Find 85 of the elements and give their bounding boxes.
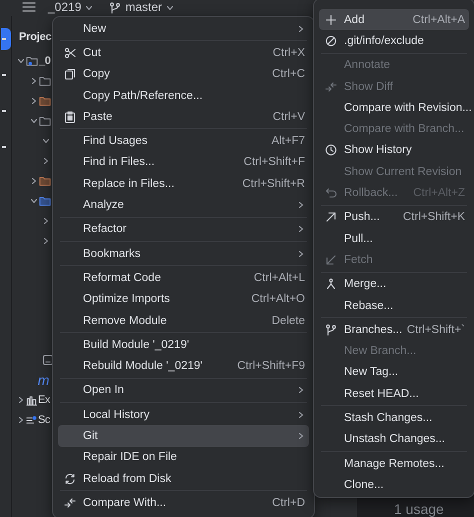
copy-icon [64,68,76,80]
folder-icon [38,75,50,87]
menu-item[interactable]: Copy Path/Reference... [58,84,309,106]
menu-item[interactable]: Clone... [319,474,469,496]
compare-icon [325,80,337,93]
refresh-icon [64,472,76,485]
prohibited-icon [325,34,337,47]
chevron-right-icon [42,237,50,245]
scissors-icon [64,46,76,59]
merge-icon [325,278,337,290]
chevron-right-icon [30,97,38,105]
chevron-down-icon [85,4,94,12]
menu-item[interactable]: Add Ctrl+Alt+A [319,9,469,30]
compare-icon [64,496,76,509]
chevron-down-icon [30,197,38,205]
menu-item[interactable]: Replace in Files... Ctrl+Shift+R [58,173,309,194]
scratch-file-icon [26,414,37,426]
chevron-right-icon [17,396,25,404]
menu-item[interactable]: Repair IDE on File [58,446,309,468]
tree-item[interactable]: m [12,370,54,390]
menu-item[interactable]: Unstash Changes... [319,428,469,450]
undo-icon [325,187,337,200]
menu-item[interactable]: Reset HEAD... [319,383,469,404]
tree-item[interactable]: Sc [12,410,54,430]
arrow-down-left-icon [325,254,337,266]
menu-item[interactable]: Push... Ctrl+Shift+K [319,206,469,228]
menu-item[interactable]: Remove Module Delete [58,310,309,332]
menu-item[interactable]: Reload from Disk [58,468,309,490]
panel-title: Projec [19,30,52,44]
tree-item[interactable]: Ex [12,390,54,410]
menu-item[interactable]: Analyze [58,194,309,216]
menu-item[interactable]: Compare With... Ctrl+D [58,492,309,514]
menu-item[interactable]: Optimize Imports Ctrl+Alt+O [58,288,309,310]
project-selector[interactable]: _0219 [44,1,98,14]
chevron-down-icon [17,57,25,65]
menu-item[interactable]: Show History [319,140,469,162]
folder-icon [38,175,50,187]
menu-item[interactable]: Rebuild Module '_0219' Ctrl+Shift+F9 [58,355,309,377]
menu-item[interactable]: Rebase... [319,294,469,316]
folder-icon [38,95,50,107]
branch-icon [325,324,337,336]
folder-icon [38,115,50,127]
chevron-right-icon [42,217,50,225]
chevron-right-icon [30,77,38,85]
menu-item[interactable]: Stash Changes... [319,407,469,429]
menu-item[interactable]: Paste Ctrl+V [58,106,309,128]
menu-item[interactable]: Open In [58,380,309,402]
project-tool-button[interactable] [1,28,11,50]
clipboard-icon [64,110,76,123]
menu-item[interactable]: Compare with Revision... [319,97,469,118]
chevron-down-icon [30,117,38,125]
usage-hint[interactable]: 1 usage [394,502,444,516]
menu-item[interactable]: Merge... [319,274,469,295]
menu-item[interactable]: .git/info/exclude [319,30,469,52]
menu-item[interactable]: New [58,18,309,40]
menu-item[interactable]: New Tag... [319,362,469,384]
tree-item[interactable]: _0 [12,51,50,71]
menu-item[interactable]: Find in Files... Ctrl+Shift+F [58,152,309,174]
branch-selector[interactable]: master [105,1,178,14]
chevron-right-icon [30,177,38,185]
clock-icon [325,144,337,156]
chevron-down-icon [166,4,174,12]
menu-item[interactable]: Manage Remotes... [319,452,469,474]
menu-item[interactable]: Find Usages Alt+F7 [58,130,309,152]
chevron-down-icon [42,137,50,145]
library-icon [26,394,37,406]
menu-item[interactable]: Cut Ctrl+X [58,42,309,64]
menu-item[interactable]: Branches... Ctrl+Shift+` [319,319,469,340]
menu-item[interactable]: Reformat Code Ctrl+Alt+L [58,267,309,289]
plus-icon [325,14,337,26]
menu-item[interactable]: Copy Ctrl+C [58,64,309,85]
chevron-right-icon [17,416,25,424]
menu-item[interactable]: Local History [58,404,309,426]
folder-icon [26,55,38,67]
arrow-up-right-icon [325,211,337,224]
file-icon [42,354,54,366]
chevron-right-icon [42,157,50,165]
folder-icon [38,195,50,207]
menu-item[interactable]: Build Module '_0219' [58,334,309,356]
menu-item[interactable]: Pull... [319,228,469,250]
menu-item[interactable]: Refactor [58,218,309,240]
menu-item[interactable]: Git [58,425,309,447]
menu-icon [22,1,36,13]
menu-item[interactable]: Bookmarks [58,242,309,264]
branch-icon [109,2,122,14]
